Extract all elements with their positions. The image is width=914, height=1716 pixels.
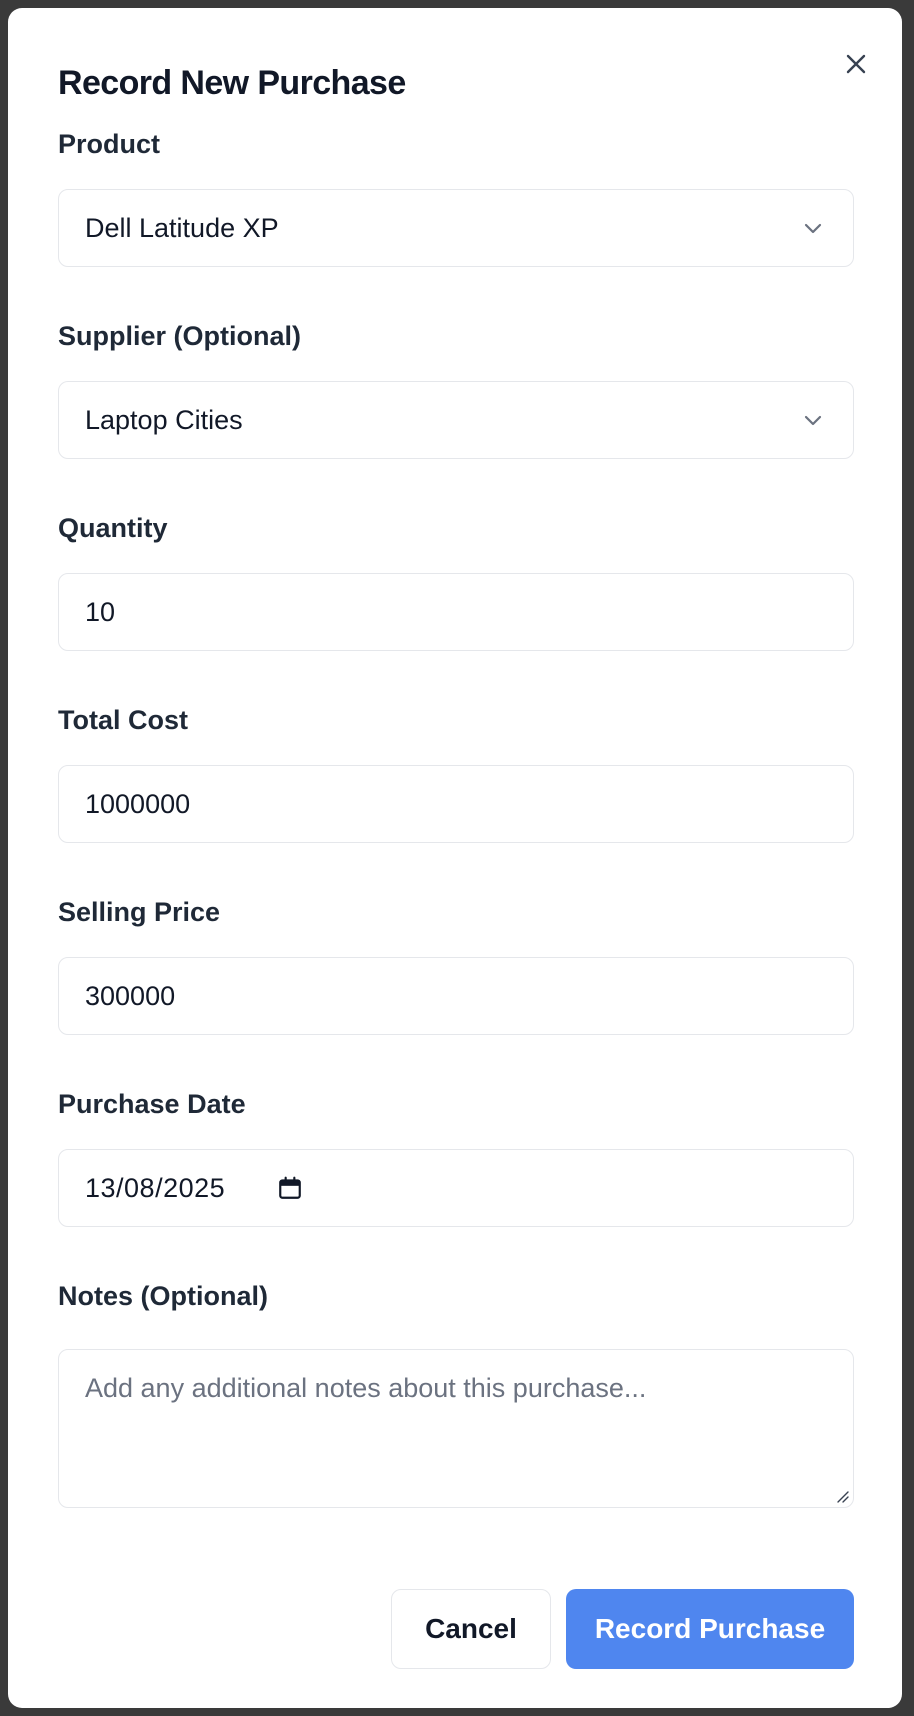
quantity-label: Quantity [58,513,168,543]
cancel-button[interactable]: Cancel [391,1589,551,1669]
supplier-select[interactable]: Laptop Cities [58,381,854,459]
product-select-value: Dell Latitude XP [85,212,279,243]
purchase-date-value: 13/08/2025 [85,1172,226,1203]
notes-label: Notes (Optional) [58,1281,268,1311]
supplier-select-value: Laptop Cities [85,404,243,435]
resize-handle-icon[interactable] [833,1487,849,1503]
calendar-icon[interactable] [277,1174,305,1202]
purchase-date-label: Purchase Date [58,1089,246,1119]
chevron-down-icon [804,415,822,426]
quantity-input-value: 10 [85,596,116,627]
total-cost-input-value: 1000000 [85,788,191,819]
product-label: Product [58,129,161,159]
product-select[interactable]: Dell Latitude XP [58,189,854,267]
selling-price-input[interactable]: 300000 [58,957,854,1035]
close-icon [846,54,866,74]
selling-price-input-value: 300000 [85,980,176,1011]
total-cost-label: Total Cost [58,705,188,735]
selling-price-label: Selling Price [58,897,221,927]
close-button[interactable] [836,44,876,84]
total-cost-input[interactable]: 1000000 [58,765,854,843]
supplier-label: Supplier (Optional) [58,321,301,351]
record-purchase-dialog: Record New Purchase Product Dell Latitud… [8,8,902,1708]
quantity-input[interactable]: 10 [58,573,854,651]
chevron-down-icon [804,223,822,234]
purchase-date-input[interactable]: 13/08/2025 [58,1149,854,1227]
notes-placeholder: Add any additional notes about this purc… [85,1373,647,1403]
dialog-title: Record New Purchase [58,64,406,102]
notes-textarea[interactable]: Add any additional notes about this purc… [58,1349,854,1508]
record-purchase-button[interactable]: Record Purchase [566,1589,854,1669]
